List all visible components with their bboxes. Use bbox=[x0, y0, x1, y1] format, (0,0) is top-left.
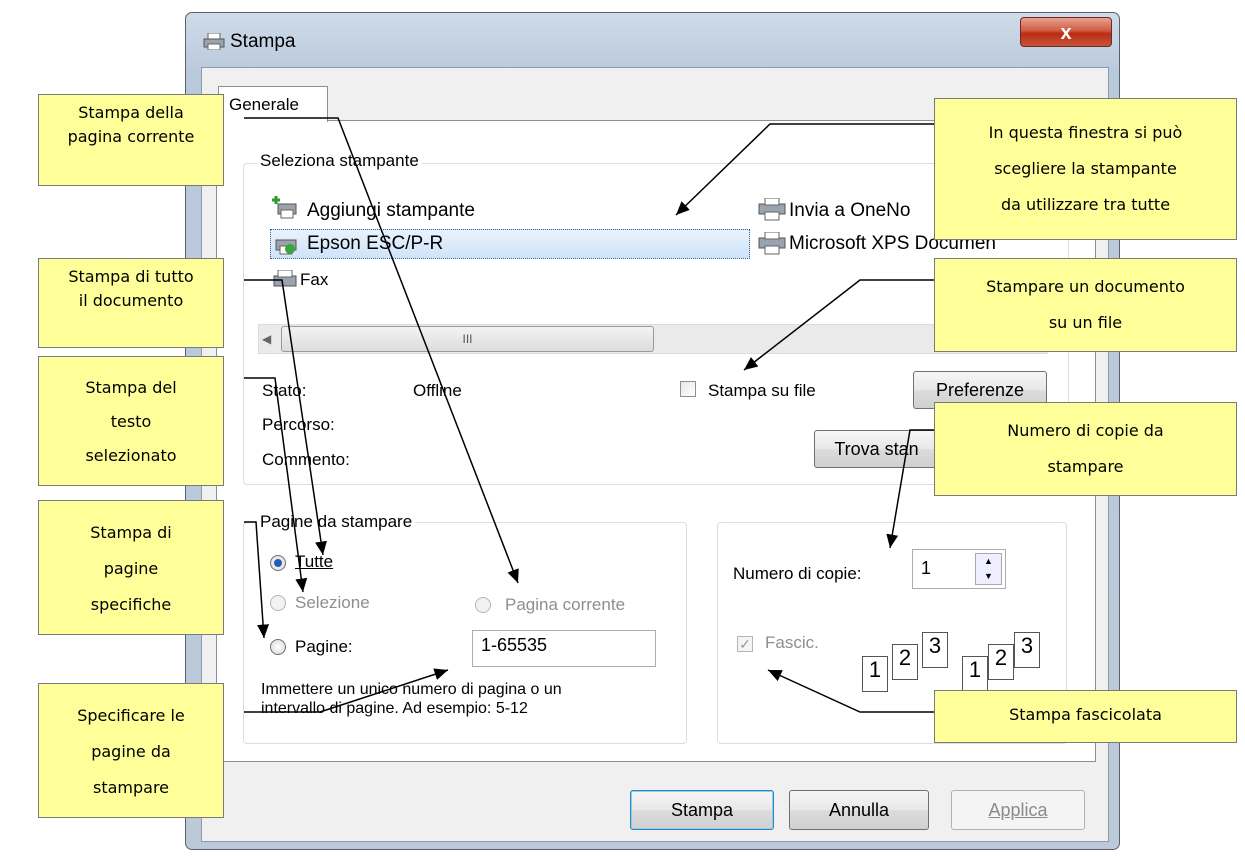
callout-copies: Numero di copie da stampare bbox=[934, 402, 1237, 496]
arrow-collated bbox=[767, 669, 935, 713]
arrow-current-page bbox=[244, 117, 519, 584]
arrow-copies bbox=[886, 429, 935, 549]
callout-specific-pages: Stampa di pagine specifiche bbox=[38, 500, 224, 635]
arrow-specific-pages bbox=[244, 521, 270, 639]
callout-current-page: Stampa della pagina corrente bbox=[38, 94, 224, 186]
callout-specify-pages: Specificare le pagine da stampare bbox=[38, 683, 224, 818]
arrow-selected-text bbox=[244, 377, 308, 593]
callout-all-document: Stampa di tutto il documento bbox=[38, 258, 224, 348]
callout-choose-printer: In questa finestra si può scegliere la st… bbox=[934, 98, 1237, 240]
arrow-choose-printer bbox=[675, 123, 935, 216]
arrow-all-document bbox=[244, 279, 327, 556]
arrow-print-to-file bbox=[743, 279, 935, 371]
arrow-specify-pages bbox=[244, 668, 449, 713]
callout-selected-text: Stampa del testo selezionato bbox=[38, 356, 224, 486]
callout-print-to-file: Stampare un documento su un file bbox=[934, 258, 1237, 352]
callout-collated: Stampa fascicolata bbox=[934, 690, 1237, 743]
